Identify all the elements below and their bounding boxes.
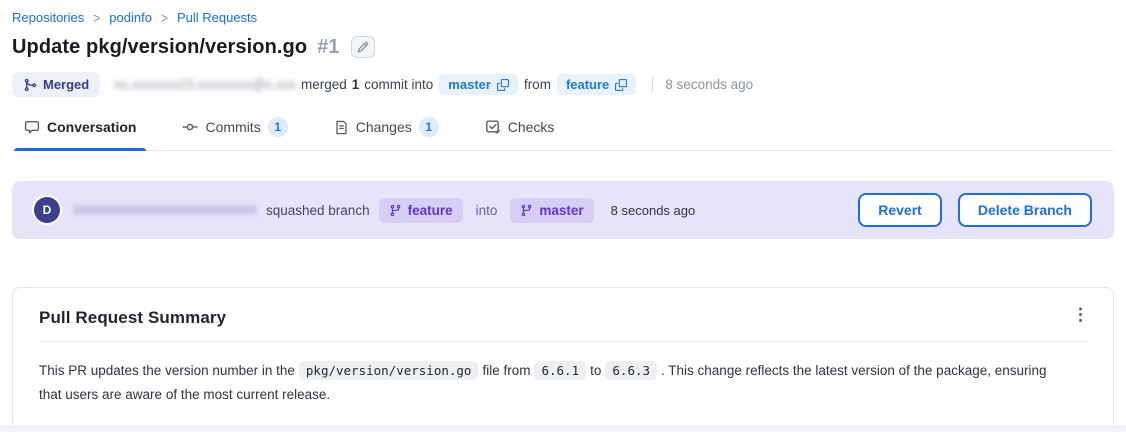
commits-count-badge: 1 [268, 117, 288, 137]
banner-into-label: into [476, 203, 498, 218]
banner-target-branch-pill[interactable]: master [510, 198, 593, 223]
merged-by-author-blurred: xx.xxxxxxx23.xxxxxxxx@x.xxx [114, 77, 296, 92]
breadcrumb-pull-requests[interactable]: Pull Requests [177, 10, 257, 25]
divider [39, 341, 1087, 342]
source-branch-name: feature [566, 77, 609, 92]
tab-label: Changes [356, 119, 412, 135]
breadcrumb-podinfo[interactable]: podinfo [109, 10, 152, 25]
page-title: Update pkg/version/version.go [12, 35, 307, 59]
merged-badge-label: Merged [43, 77, 89, 92]
breadcrumb: Repositories > podinfo > Pull Requests [12, 10, 1114, 25]
summary-title: Pull Request Summary [39, 308, 226, 328]
banner-target-branch-name: master [539, 203, 583, 218]
divider [652, 77, 653, 92]
banner-author-blurred: xxxxxxxxxxxxxxxxxxxxxxx [73, 201, 257, 219]
status-text: commit into [364, 77, 433, 92]
merge-status-row: Merged xx.xxxxxxx23.xxxxxxxx@x.xxx merge… [12, 72, 1114, 97]
merge-event-banner: D xxxxxxxxxxxxxxxxxxxxxxx squashed branc… [12, 181, 1114, 239]
target-branch-name: master [448, 77, 491, 92]
avatar[interactable]: D [34, 197, 60, 223]
pr-number: #1 [317, 36, 339, 59]
tab-label: Checks [508, 119, 555, 135]
banner-time: 8 seconds ago [611, 203, 696, 218]
banner-actions: Revert Delete Branch [858, 193, 1092, 227]
banner-action-text: squashed branch [266, 203, 370, 218]
tab-bar: Conversation Commits 1 Changes 1 Checks [12, 115, 1114, 151]
copy-icon[interactable] [497, 79, 509, 91]
commit-count: 1 [352, 77, 360, 92]
revert-button[interactable]: Revert [858, 193, 942, 227]
git-merge-icon [23, 78, 37, 92]
tab-conversation[interactable]: Conversation [14, 115, 146, 150]
summary-card: Pull Request Summary ⋮ This PR updates t… [12, 287, 1114, 432]
banner-source-branch-name: feature [408, 203, 453, 218]
tab-label: Commits [205, 119, 260, 135]
tab-changes[interactable]: Changes 1 [324, 115, 449, 150]
code-old-version: 6.6.1 [534, 361, 586, 380]
checks-icon [485, 119, 501, 135]
summary-segment: to [590, 363, 601, 378]
status-text: merged [301, 77, 347, 92]
pencil-icon [357, 41, 369, 53]
commit-icon [182, 119, 198, 135]
breadcrumb-separator: > [161, 9, 168, 27]
kebab-menu-icon[interactable]: ⋮ [1066, 306, 1095, 324]
code-file-path: pkg/version/version.go [299, 361, 479, 380]
summary-segment: This PR updates the version number in th… [39, 363, 295, 378]
bottom-strip [0, 425, 1126, 432]
copy-icon[interactable] [615, 79, 627, 91]
delete-branch-button[interactable]: Delete Branch [958, 193, 1092, 227]
tab-label: Conversation [47, 119, 136, 135]
summary-text: This PR updates the version number in th… [39, 359, 1069, 407]
tab-checks[interactable]: Checks [475, 115, 565, 150]
banner-source-branch-pill[interactable]: feature [379, 198, 463, 223]
pull-request-page: Repositories > podinfo > Pull Requests U… [0, 0, 1126, 432]
summary-card-header: Pull Request Summary ⋮ [39, 308, 1087, 328]
merge-time: 8 seconds ago [665, 77, 753, 92]
source-branch-pill[interactable]: feature [557, 74, 636, 95]
tab-commits[interactable]: Commits 1 [172, 115, 297, 150]
summary-segment: file from [482, 363, 530, 378]
changes-count-badge: 1 [419, 117, 439, 137]
file-icon [334, 120, 349, 135]
title-row: Update pkg/version/version.go #1 [12, 35, 1114, 59]
git-branch-icon [389, 204, 402, 217]
breadcrumb-separator: > [93, 9, 100, 27]
breadcrumb-repositories[interactable]: Repositories [12, 10, 84, 25]
code-new-version: 6.6.3 [605, 361, 657, 380]
edit-title-button[interactable] [351, 36, 375, 58]
merged-status-badge: Merged [12, 72, 100, 97]
status-text: from [524, 77, 551, 92]
target-branch-pill[interactable]: master [439, 74, 518, 95]
git-branch-icon [520, 204, 533, 217]
comment-icon [24, 119, 40, 135]
